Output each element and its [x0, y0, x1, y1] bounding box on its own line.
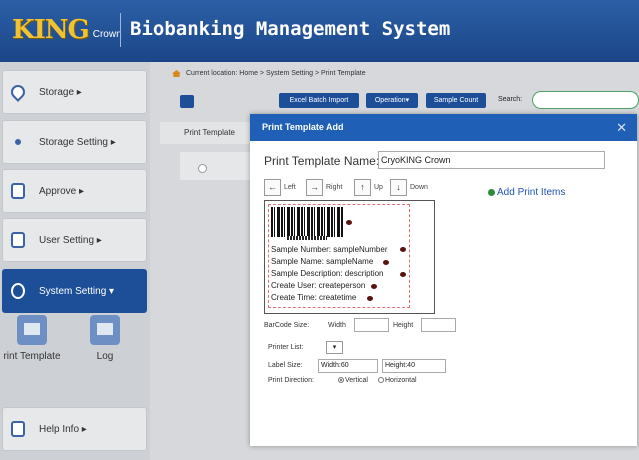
grid-header: Print Template: [160, 122, 250, 144]
template-name-input[interactable]: CryoKING Crown: [378, 151, 605, 169]
home-icon: [172, 70, 181, 77]
label-height-input[interactable]: Height:40: [382, 359, 446, 373]
bullet-icon: [15, 139, 21, 145]
horizontal-option[interactable]: Horizontal: [378, 377, 417, 384]
print-template-dialog: Print Template Add ✕ Print Template Name…: [250, 114, 637, 446]
vertical-option[interactable]: Vertical: [338, 377, 368, 384]
clipboard-icon: [11, 421, 25, 437]
tile-print-template[interactable]: rint Template: [0, 315, 64, 362]
radio-vertical[interactable]: [338, 377, 344, 384]
sidebar-item-label: User Setting ▸: [39, 234, 102, 246]
logo: KING Crown: [12, 10, 122, 50]
dialog-title: Print Template Add: [262, 122, 344, 132]
breadcrumb: Current location: Home > System Setting …: [172, 70, 366, 77]
print-direction-label: Print Direction:: [268, 377, 314, 384]
left-label: Left: [284, 184, 296, 191]
label-size-label: Label Size:: [268, 362, 303, 369]
template-name-label: Print Template Name:: [264, 154, 380, 168]
drag-handle[interactable]: [400, 272, 406, 277]
move-up-button[interactable]: ↑: [354, 179, 371, 196]
printer-icon: [17, 315, 47, 345]
barcode-image[interactable]: [271, 207, 343, 237]
header-divider: [120, 13, 121, 47]
dialog-header: Print Template Add ✕: [250, 114, 637, 141]
right-label: Right: [326, 184, 343, 191]
row-radio[interactable]: [198, 164, 207, 173]
drag-handle[interactable]: [371, 284, 377, 289]
horizontal-label: Horizontal: [385, 377, 417, 384]
sidebar-item-label: Storage ▸: [39, 86, 82, 98]
label-field[interactable]: Sample Name: sampleName: [271, 257, 373, 266]
sidebar-item-label: Approve ▸: [39, 185, 85, 197]
sidebar-item-storage[interactable]: Storage ▸: [2, 70, 147, 114]
add-icon: [488, 189, 495, 196]
barcode-height-label: Height: [393, 322, 414, 329]
top-bar: KING Crown Biobanking Management System: [0, 0, 639, 62]
sidebar-item-storage-setting[interactable]: Storage Setting ▸: [2, 120, 147, 164]
drag-handle[interactable]: [367, 296, 373, 301]
label-field[interactable]: Sample Description: description: [271, 269, 384, 278]
sidebar-item-user-setting[interactable]: User Setting ▸: [2, 218, 147, 262]
drag-handle[interactable]: [383, 260, 389, 265]
radio-horizontal[interactable]: [378, 377, 384, 384]
label-print-area: Sample Number: sampleNumber Sample Name:…: [268, 204, 410, 308]
add-print-items-label: Add Print Items: [497, 187, 566, 198]
sidebar-item-help-info[interactable]: Help Info ▸: [2, 407, 147, 451]
label-field[interactable]: Sample Number: sampleNumber: [271, 245, 388, 254]
logo-text: KING: [12, 15, 90, 45]
breadcrumb-text: Current location: Home > System Setting …: [186, 70, 366, 77]
tile-label: Log: [96, 351, 114, 362]
move-left-button[interactable]: ←: [264, 179, 281, 196]
drag-handle[interactable]: [346, 220, 352, 225]
sidebar-item-approve[interactable]: Approve ▸: [2, 169, 147, 213]
clipboard-icon: [11, 183, 25, 199]
sidebar-item-label: Storage Setting ▸: [39, 136, 116, 148]
clipboard-icon: [11, 232, 25, 248]
sample-count-button[interactable]: Sample Count: [426, 93, 486, 108]
barcode-width-label: Width: [328, 322, 346, 329]
barcode-height-input[interactable]: [421, 318, 456, 332]
app-title: Biobanking Management System: [130, 18, 451, 40]
log-icon: [90, 315, 120, 345]
move-down-button[interactable]: ↓: [390, 179, 407, 196]
barcode-size-label: BarCode Size:: [264, 322, 310, 329]
search-label: Search:: [498, 96, 523, 103]
vertical-label: Vertical: [345, 377, 368, 384]
printer-list-label: Printer List:: [268, 344, 304, 351]
printer-select[interactable]: ▾: [326, 341, 343, 354]
tile-label: rint Template: [3, 351, 61, 362]
close-icon[interactable]: ✕: [616, 114, 627, 141]
search-input[interactable]: [532, 91, 639, 109]
operation-button[interactable]: Operation▾: [366, 93, 418, 108]
label-field[interactable]: Create User: createperson: [271, 281, 365, 290]
label-width-input[interactable]: Width:60: [318, 359, 378, 373]
drag-handle[interactable]: [400, 247, 406, 252]
label-field[interactable]: Create Time: createtime: [271, 293, 356, 302]
tile-log[interactable]: Log: [76, 315, 134, 362]
add-print-items-link[interactable]: Add Print Items: [488, 187, 565, 198]
location-pin-icon: [8, 82, 28, 102]
sidebar-item-label: Help Info ▸: [39, 423, 87, 435]
logo-subtext: Crown: [92, 28, 122, 40]
move-right-button[interactable]: →: [306, 179, 323, 196]
label-preview: Sample Number: sampleNumber Sample Name:…: [264, 200, 435, 314]
down-label: Down: [410, 184, 428, 191]
excel-import-button[interactable]: Excel Batch Import: [279, 93, 359, 108]
save-icon[interactable]: [180, 95, 194, 108]
barcode-number: [287, 236, 327, 240]
table-row[interactable]: [180, 152, 250, 180]
barcode-width-input[interactable]: [354, 318, 389, 332]
sidebar-item-system-setting[interactable]: System Setting ▾: [2, 269, 147, 313]
sidebar-item-label: System Setting ▾: [39, 285, 115, 297]
gear-icon: [11, 283, 25, 299]
sidebar: Storage ▸ Storage Setting ▸ Approve ▸ Us…: [0, 62, 150, 460]
up-label: Up: [374, 184, 383, 191]
